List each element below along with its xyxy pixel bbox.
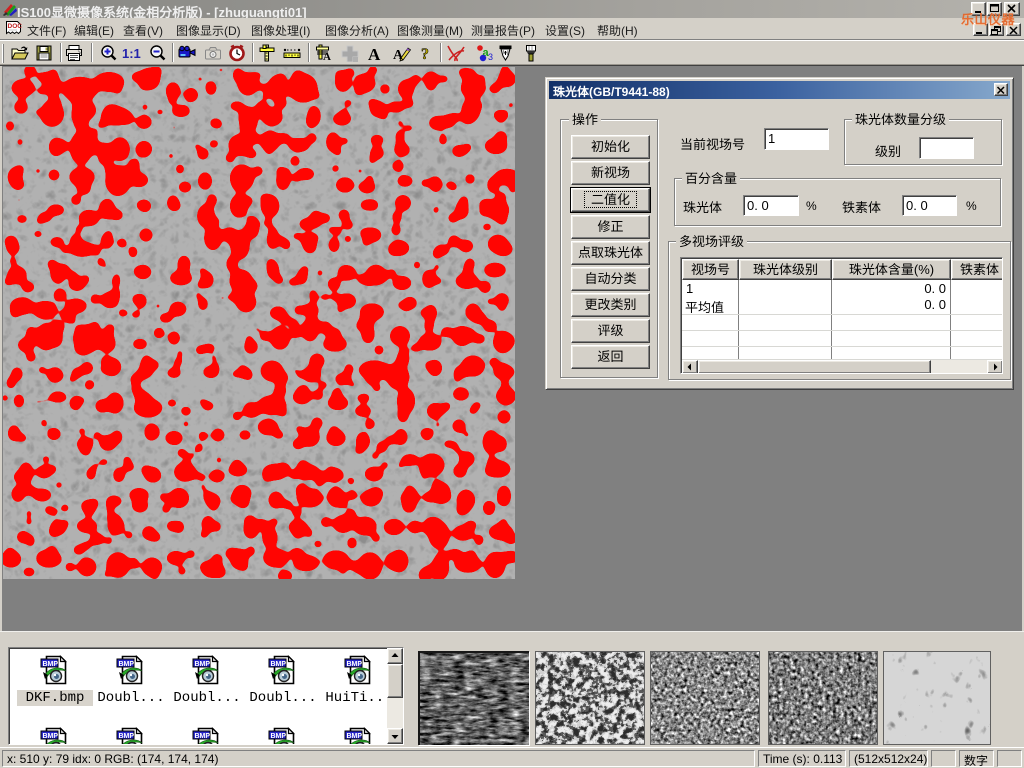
svg-text:3: 3	[488, 52, 493, 62]
svg-text:1:1: 1:1	[122, 46, 141, 61]
svg-text:BMP: BMP	[195, 661, 211, 668]
svg-text:BMP: BMP	[43, 733, 59, 740]
svg-text:DOC: DOC	[8, 23, 23, 30]
svg-text:A: A	[368, 45, 381, 62]
svg-text:BMP: BMP	[347, 733, 363, 740]
svg-text:BMP: BMP	[119, 661, 135, 668]
svg-text:?: ?	[421, 46, 429, 62]
svg-text:BMP: BMP	[271, 661, 287, 668]
svg-text:BMP: BMP	[43, 661, 59, 668]
svg-text:A: A	[323, 51, 331, 62]
svg-text:BMP: BMP	[347, 661, 363, 668]
svg-text:BMP: BMP	[119, 733, 135, 740]
svg-text:BMP: BMP	[195, 733, 211, 740]
svg-text:BMP: BMP	[271, 733, 287, 740]
